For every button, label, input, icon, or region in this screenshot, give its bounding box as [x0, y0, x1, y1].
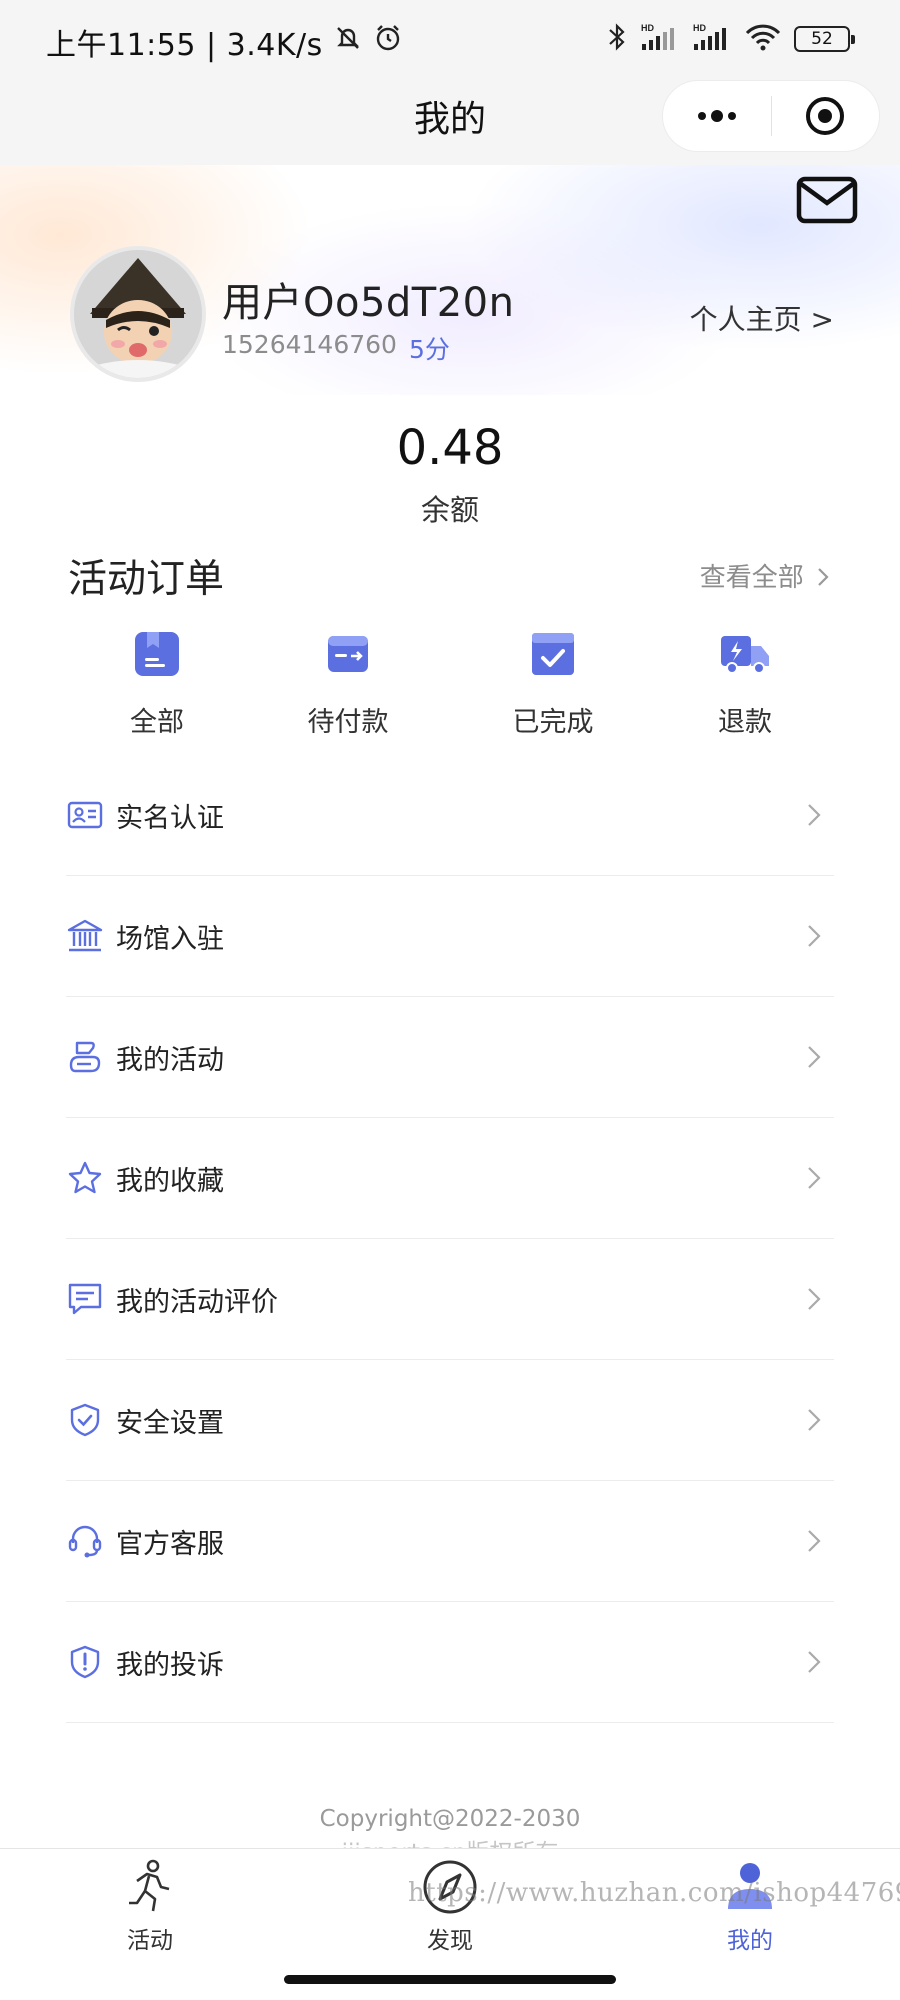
chevron-right-icon: [808, 1530, 821, 1552]
venue-icon: [66, 917, 104, 955]
menu-item-label: 我的收藏: [116, 1165, 224, 1197]
pending-payment-icon: [322, 628, 374, 680]
svg-text:HD: HD: [641, 23, 654, 33]
menu-item-label: 我的活动: [116, 1044, 224, 1076]
tab-activities[interactable]: 活动: [75, 1859, 225, 1955]
menu-item-my-complaints[interactable]: 我的投诉: [66, 1602, 834, 1723]
chevron-right-icon: [808, 1046, 821, 1068]
status-time-speed: 上午11:55 | 3.4K/s: [46, 28, 323, 63]
avatar[interactable]: [70, 246, 206, 382]
running-icon: [75, 1859, 225, 1915]
menu-item-label: 我的投诉: [116, 1649, 224, 1681]
username: 用户Oo5dT20n: [222, 280, 515, 326]
order-tab-completed[interactable]: 已完成: [473, 628, 633, 739]
mini-program-capsule: [662, 80, 880, 152]
settings-menu: 实名认证 场馆入驻 我的活动 我的收藏 我的活动评价 安全设置 官方客服 我的投…: [66, 755, 834, 1723]
balance-value[interactable]: 0.48: [0, 420, 900, 476]
copyright-text: Copyright@2022-2030: [319, 1806, 581, 1832]
chevron-right-icon: [808, 1167, 821, 1189]
menu-item-activity-reviews[interactable]: 我的活动评价: [66, 1239, 834, 1360]
message-button[interactable]: [796, 176, 858, 228]
order-tab-label: 待付款: [307, 707, 389, 738]
menu-item-real-name-verification[interactable]: 实名认证: [66, 755, 834, 876]
mail-icon: [796, 176, 858, 224]
chevron-right-icon: [808, 1651, 821, 1673]
order-tab-pending-payment[interactable]: 待付款: [268, 628, 428, 739]
menu-item-label: 实名认证: [116, 802, 224, 834]
star-icon: [66, 1159, 104, 1197]
profile-meta: 15264146760 5分: [222, 330, 450, 366]
nav-bar: 我的: [0, 80, 900, 165]
mute-icon: [333, 23, 363, 61]
battery-icon: 52: [794, 26, 855, 52]
wifi-icon: [744, 22, 782, 56]
tab-label: 活动: [127, 1928, 173, 1954]
order-tab-label: 全部: [130, 707, 184, 738]
refund-truck-icon: [719, 628, 771, 680]
homepage-link[interactable]: 个人主页 >: [690, 298, 834, 338]
activity-icon: [66, 1038, 104, 1076]
chevron-right-icon: [808, 1288, 821, 1310]
menu-item-venue-registration[interactable]: 场馆入驻: [66, 876, 834, 997]
hd-signal-icon: HD: [692, 22, 732, 56]
tab-label: 我的: [727, 1928, 773, 1954]
comment-icon: [66, 1280, 104, 1318]
chevron-right-icon: [808, 1409, 821, 1431]
menu-item-my-favorites[interactable]: 我的收藏: [66, 1118, 834, 1239]
order-tab-label: 退款: [718, 707, 772, 738]
shield-alert-icon: [66, 1643, 104, 1681]
more-dots-icon: [697, 110, 736, 122]
menu-item-customer-service[interactable]: 官方客服: [66, 1481, 834, 1602]
menu-item-label: 官方客服: [116, 1528, 224, 1560]
status-bar: 上午11:55 | 3.4K/s HD HD 52: [0, 0, 900, 80]
order-tab-label: 已完成: [512, 707, 594, 738]
orders-section-title: 活动订单: [68, 557, 225, 602]
avatar-image: [74, 250, 202, 378]
shield-check-icon: [66, 1401, 104, 1439]
home-indicator[interactable]: [284, 1975, 616, 1984]
menu-item-my-activities[interactable]: 我的活动: [66, 997, 834, 1118]
bluetooth-icon: [606, 22, 628, 56]
chevron-right-icon: [818, 568, 829, 586]
order-tab-all[interactable]: 全部: [77, 628, 237, 739]
alarm-icon: [373, 23, 403, 61]
target-icon: [806, 97, 845, 135]
menu-item-label: 安全设置: [116, 1407, 224, 1439]
menu-item-label: 我的活动评价: [116, 1286, 278, 1318]
order-tab-refund[interactable]: 退款: [665, 628, 825, 739]
watermark-text: https://www.huzhan.com/ishop44769: [408, 1878, 900, 1908]
balance-label: 余额: [420, 493, 479, 527]
svg-text:HD: HD: [693, 23, 706, 33]
completed-icon: [527, 628, 579, 680]
menu-item-label: 场馆入驻: [116, 923, 224, 955]
view-all-label: 查看全部: [699, 563, 804, 593]
headset-icon: [66, 1522, 104, 1560]
more-button[interactable]: [663, 81, 771, 151]
id-card-icon: [66, 796, 104, 834]
close-miniprogram-button[interactable]: [772, 81, 880, 151]
view-all-orders-link[interactable]: 查看全部: [700, 557, 830, 594]
menu-item-security-settings[interactable]: 安全设置: [66, 1360, 834, 1481]
chevron-right-icon: [808, 925, 821, 947]
tab-label: 发现: [427, 1928, 473, 1954]
score-badge: 5分: [408, 335, 450, 364]
chevron-right-icon: [808, 804, 821, 826]
phone-number: 15264146760: [222, 330, 397, 359]
status-bar-left: 上午11:55 | 3.4K/s: [46, 20, 403, 64]
status-bar-right: HD HD 52: [606, 22, 855, 56]
order-all-icon: [131, 628, 183, 680]
hd-signal-icon: HD: [640, 22, 680, 56]
